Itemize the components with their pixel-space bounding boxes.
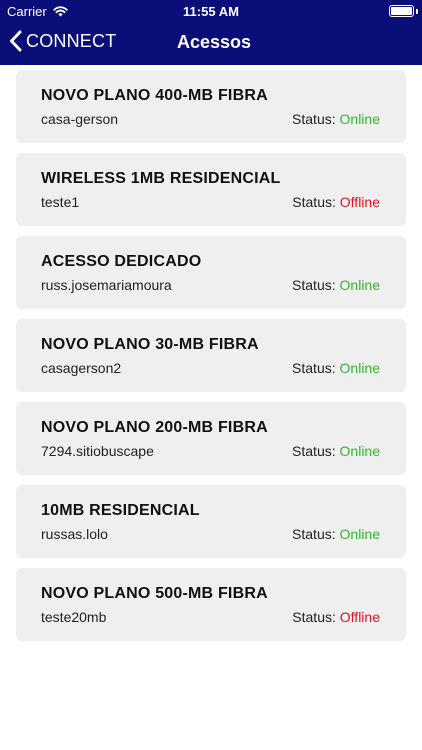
page-title: Acessos — [177, 32, 252, 52]
battery-icon — [389, 5, 414, 17]
status-line: Status: Online — [292, 360, 380, 376]
plan-name: NOVO PLANO 200-MB FIBRA — [41, 419, 268, 436]
status-bar: Carrier 11:55 AM — [0, 0, 422, 22]
plan-name: NOVO PLANO 500-MB FIBRA — [41, 585, 268, 602]
username: 7294.sitiobuscape — [41, 443, 154, 459]
status-line: Status: Offline — [292, 194, 380, 210]
list-item[interactable]: NOVO PLANO 200-MB FIBRA 7294.sitiobuscap… — [16, 402, 406, 475]
list-item[interactable]: 10MB RESIDENCIAL russas.lolo Status: Onl… — [16, 485, 406, 558]
status-badge: Online — [339, 277, 380, 293]
access-list: NOVO PLANO 400-MB FIBRA casa-gerson Stat… — [0, 65, 422, 641]
battery-fill — [391, 7, 412, 15]
status-badge: Online — [339, 526, 380, 542]
username: teste20mb — [41, 609, 107, 625]
status-prefix: Status: — [292, 277, 336, 293]
plan-name: 10MB RESIDENCIAL — [41, 502, 200, 519]
status-badge: Offline — [339, 609, 380, 625]
status-badge: Online — [339, 360, 380, 376]
list-item[interactable]: WIRELESS 1MB RESIDENCIAL teste1 Status: … — [16, 153, 406, 226]
status-badge: Online — [339, 443, 380, 459]
status-prefix: Status: — [292, 443, 336, 459]
username: russas.lolo — [41, 526, 108, 542]
status-prefix: Status: — [292, 111, 336, 127]
list-item[interactable]: ACESSO DEDICADO russ.josemariamoura Stat… — [16, 236, 406, 309]
plan-name: NOVO PLANO 30-MB FIBRA — [41, 336, 259, 353]
status-prefix: Status: — [292, 609, 336, 625]
top-bar: Carrier 11:55 AM CONNECT Acessos — [0, 0, 422, 65]
status-prefix: Status: — [292, 526, 336, 542]
clock: 11:55 AM — [183, 4, 239, 19]
status-line: Status: Online — [292, 111, 380, 127]
status-badge: Online — [339, 111, 380, 127]
username: casa-gerson — [41, 111, 119, 127]
username: russ.josemariamoura — [41, 277, 172, 293]
status-badge: Offline — [339, 194, 380, 210]
battery-tip — [416, 9, 418, 14]
status-line: Status: Offline — [292, 609, 380, 625]
navigation-bar: CONNECT Acessos — [0, 22, 422, 65]
status-prefix: Status: — [292, 194, 336, 210]
status-line: Status: Online — [292, 443, 380, 459]
list-item[interactable]: NOVO PLANO 500-MB FIBRA teste20mb Status… — [16, 568, 406, 641]
status-prefix: Status: — [292, 360, 336, 376]
plan-name: ACESSO DEDICADO — [41, 253, 202, 270]
plan-name: NOVO PLANO 400-MB FIBRA — [41, 87, 268, 104]
plan-name: WIRELESS 1MB RESIDENCIAL — [41, 170, 281, 187]
back-button[interactable]: CONNECT — [9, 30, 116, 52]
chevron-left-icon — [10, 30, 22, 52]
list-item[interactable]: NOVO PLANO 30-MB FIBRA casagerson2 Statu… — [16, 319, 406, 392]
status-line: Status: Online — [292, 277, 380, 293]
list-item[interactable]: NOVO PLANO 400-MB FIBRA casa-gerson Stat… — [16, 70, 406, 143]
back-button-label: CONNECT — [26, 30, 117, 51]
username: teste1 — [41, 194, 80, 210]
username: casagerson2 — [41, 360, 122, 376]
status-line: Status: Online — [292, 526, 380, 542]
